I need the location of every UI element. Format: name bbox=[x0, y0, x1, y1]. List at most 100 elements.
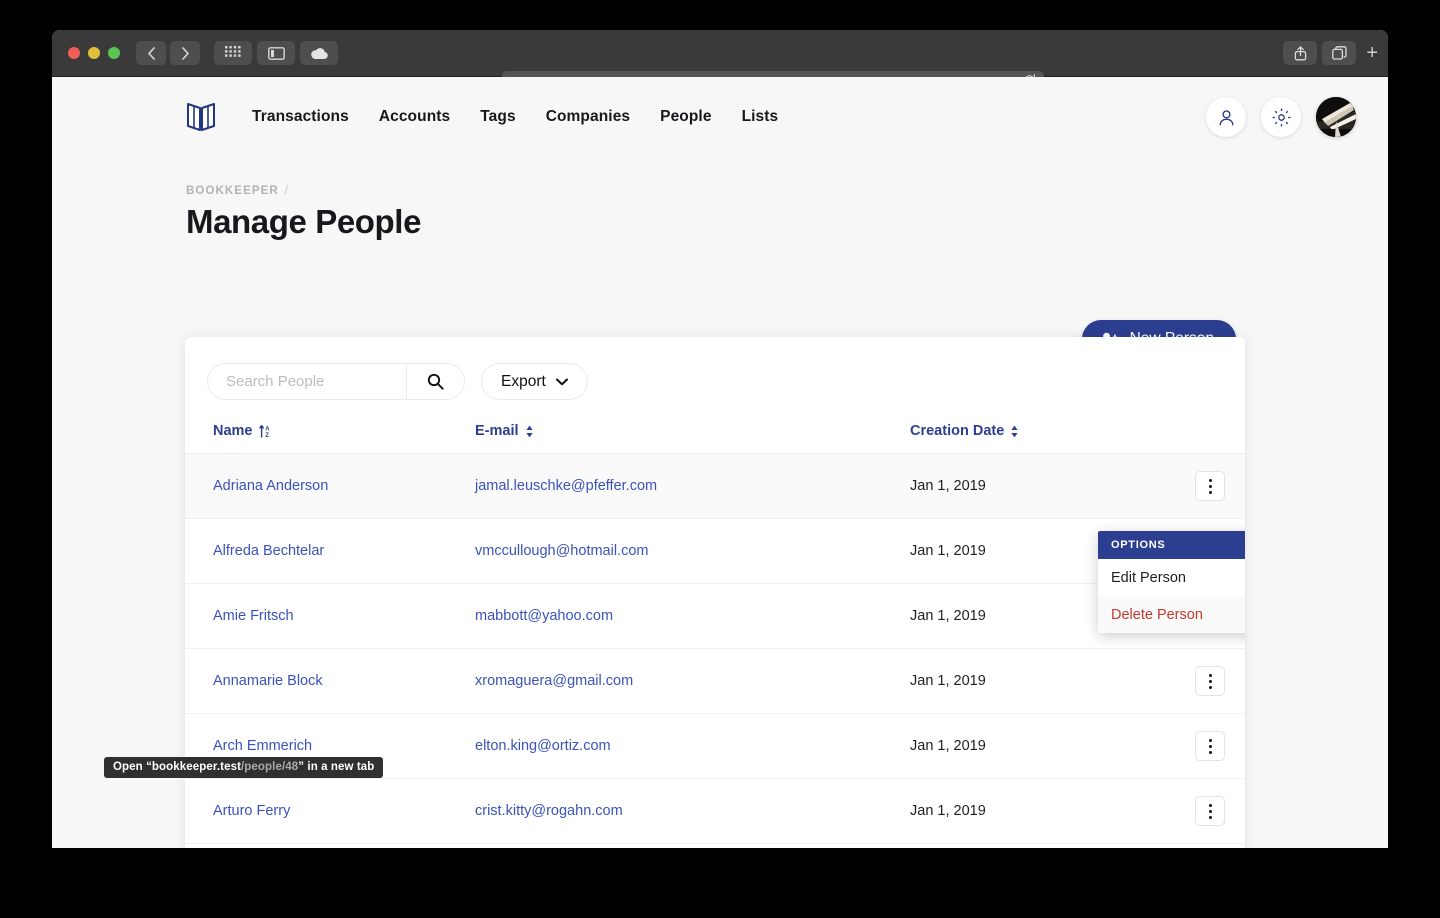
avatar[interactable] bbox=[1316, 97, 1356, 137]
gear-icon[interactable] bbox=[1261, 97, 1301, 137]
column-header-email-label: E-mail bbox=[475, 423, 519, 439]
search-button[interactable] bbox=[406, 364, 464, 399]
cell-creation-date: Jan 1, 2019 bbox=[910, 713, 1140, 779]
person-name-link[interactable]: Alfreda Bechtelar bbox=[213, 543, 324, 559]
kebab-dot bbox=[1208, 809, 1212, 813]
person-name-link[interactable]: Annamarie Block bbox=[213, 673, 323, 689]
column-header-email[interactable]: E-mail bbox=[475, 423, 910, 454]
actions-wrapper bbox=[1140, 796, 1245, 826]
page-title: Manage People bbox=[186, 203, 422, 240]
status-tooltip-prefix: Open “bookkeeper.test bbox=[113, 761, 241, 773]
nav-link-tags[interactable]: Tags bbox=[480, 108, 515, 126]
close-window-button[interactable] bbox=[68, 47, 80, 59]
open-book-logo-icon[interactable] bbox=[186, 101, 216, 133]
table-head: Name A Z E-mail Creation Date bbox=[185, 423, 1245, 454]
status-tooltip-path: /people/48 bbox=[241, 761, 299, 773]
share-icon[interactable] bbox=[1283, 41, 1318, 65]
cell-name: Annamarie Block bbox=[185, 648, 475, 714]
kebab-menu-icon[interactable] bbox=[1195, 471, 1225, 501]
actions-wrapper bbox=[1140, 471, 1245, 501]
kebab-dot bbox=[1208, 673, 1212, 677]
edit-person-menu-item[interactable]: Edit Person bbox=[1098, 559, 1245, 596]
cell-actions bbox=[1140, 713, 1245, 779]
delete-person-menu-item[interactable]: Delete Person bbox=[1098, 596, 1245, 633]
tab-overview-icon[interactable] bbox=[1322, 41, 1357, 65]
table-row[interactable]: Alfreda Bechtelar vmccullough@hotmail.com… bbox=[185, 518, 1245, 584]
app-navbar: Transactions Accounts Tags Companies Peo… bbox=[52, 77, 1388, 157]
new-tab-button[interactable]: + bbox=[1366, 43, 1378, 63]
person-name-link[interactable]: Arturo Ferry bbox=[213, 803, 290, 819]
icloud-tabs-icon[interactable] bbox=[300, 41, 338, 65]
window-controls bbox=[68, 47, 120, 59]
edit-person-label: Edit Person bbox=[1111, 569, 1186, 586]
person-name-link[interactable]: Adriana Anderson bbox=[213, 478, 328, 494]
user-icon[interactable] bbox=[1206, 97, 1246, 137]
person-email-link[interactable]: crist.kitty@rogahn.com bbox=[475, 803, 623, 819]
cell-name: Ashtyn Waelchi bbox=[185, 843, 475, 848]
cell-email: crist.kitty@rogahn.com bbox=[475, 778, 910, 844]
table-row[interactable]: Ashtyn Waelchiarlene92@johnson.infoJan 1… bbox=[185, 843, 1245, 848]
maximize-window-button[interactable] bbox=[108, 47, 120, 59]
table-row[interactable]: Amie Fritsch mabbott@yahoo.com Jan 1, 2019 bbox=[185, 583, 1245, 649]
back-button[interactable] bbox=[136, 41, 166, 65]
breadcrumb-separator: / bbox=[284, 185, 290, 197]
nav-link-people[interactable]: People bbox=[660, 108, 711, 126]
svg-text:A: A bbox=[265, 426, 270, 432]
column-header-creation-date[interactable]: Creation Date bbox=[910, 423, 1140, 454]
svg-text:Z: Z bbox=[265, 433, 269, 438]
cell-email: mabbott@yahoo.com bbox=[475, 583, 910, 649]
search-input[interactable] bbox=[208, 364, 406, 399]
cell-actions bbox=[1140, 843, 1245, 848]
sort-updown-icon bbox=[525, 425, 534, 438]
cell-actions bbox=[1140, 778, 1245, 844]
delete-person-label: Delete Person bbox=[1111, 606, 1203, 623]
nav-link-transactions[interactable]: Transactions bbox=[252, 108, 349, 126]
export-button-label: Export bbox=[501, 372, 546, 390]
export-dropdown-button[interactable]: Export bbox=[481, 363, 588, 400]
sort-alpha-asc-icon: A Z bbox=[258, 424, 271, 438]
link-status-tooltip: Open “bookkeeper.test/people/48” in a ne… bbox=[104, 757, 384, 778]
person-name-link[interactable]: Arch Emmerich bbox=[213, 738, 312, 754]
minimize-window-button[interactable] bbox=[88, 47, 100, 59]
column-header-actions bbox=[1140, 423, 1245, 454]
nav-link-lists[interactable]: Lists bbox=[742, 108, 779, 126]
person-email-link[interactable]: vmccullough@hotmail.com bbox=[475, 543, 648, 559]
table-row[interactable]: Annamarie Block xromaguera@gmail.com Jan 1… bbox=[185, 648, 1245, 714]
cell-creation-date: Jan 1, 2019 bbox=[910, 843, 1140, 848]
column-header-name[interactable]: Name A Z bbox=[185, 423, 475, 454]
kebab-menu-icon[interactable] bbox=[1195, 796, 1225, 826]
breadcrumb-root[interactable]: BOOKKEEPER bbox=[186, 185, 279, 197]
person-name-link[interactable]: Amie Fritsch bbox=[213, 608, 294, 624]
forward-button[interactable] bbox=[170, 41, 200, 65]
person-email-link[interactable]: jamal.leuschke@pfeffer.com bbox=[475, 478, 657, 494]
kebab-menu-icon[interactable] bbox=[1195, 731, 1225, 761]
actions-wrapper bbox=[1140, 731, 1245, 761]
cell-name: Arturo Ferry bbox=[185, 778, 475, 844]
person-email-link[interactable]: elton.king@ortiz.com bbox=[475, 738, 611, 754]
sidebar-toggle-icon[interactable] bbox=[257, 41, 295, 65]
column-header-creation-date-label: Creation Date bbox=[910, 423, 1005, 439]
grid-tabs-icon[interactable] bbox=[214, 41, 252, 65]
search-icon bbox=[427, 373, 444, 390]
kebab-dot bbox=[1208, 738, 1212, 742]
cell-creation-date: Jan 1, 2019 bbox=[910, 648, 1140, 714]
primary-nav: Transactions Accounts Tags Companies Peo… bbox=[252, 108, 778, 126]
webpage-viewport: Transactions Accounts Tags Companies Peo… bbox=[52, 77, 1388, 848]
navbar-actions bbox=[1206, 97, 1356, 137]
kebab-dot bbox=[1208, 803, 1212, 807]
cell-creation-date: Jan 1, 2019 bbox=[910, 453, 1140, 519]
table-body: Adriana Anderson jamal.leuschke@pfeffer.c… bbox=[185, 453, 1245, 848]
nav-link-accounts[interactable]: Accounts bbox=[379, 108, 450, 126]
table-row[interactable]: Adriana Anderson jamal.leuschke@pfeffer.c… bbox=[185, 453, 1245, 519]
person-email-link[interactable]: mabbott@yahoo.com bbox=[475, 608, 613, 624]
titlebar-right-controls: + bbox=[1283, 41, 1378, 65]
browser-window: bookkeeper.test bbox=[52, 30, 1388, 848]
navigation-buttons bbox=[136, 41, 204, 65]
cell-actions bbox=[1140, 648, 1245, 714]
cell-email: elton.king@ortiz.com bbox=[475, 713, 910, 779]
person-email-link[interactable]: xromaguera@gmail.com bbox=[475, 673, 633, 689]
table-row[interactable]: Arturo Ferry crist.kitty@rogahn.com Jan 1,… bbox=[185, 778, 1245, 844]
kebab-menu-icon[interactable] bbox=[1195, 666, 1225, 696]
nav-link-companies[interactable]: Companies bbox=[546, 108, 630, 126]
table-header-row: Name A Z E-mail Creation Date bbox=[185, 423, 1245, 454]
